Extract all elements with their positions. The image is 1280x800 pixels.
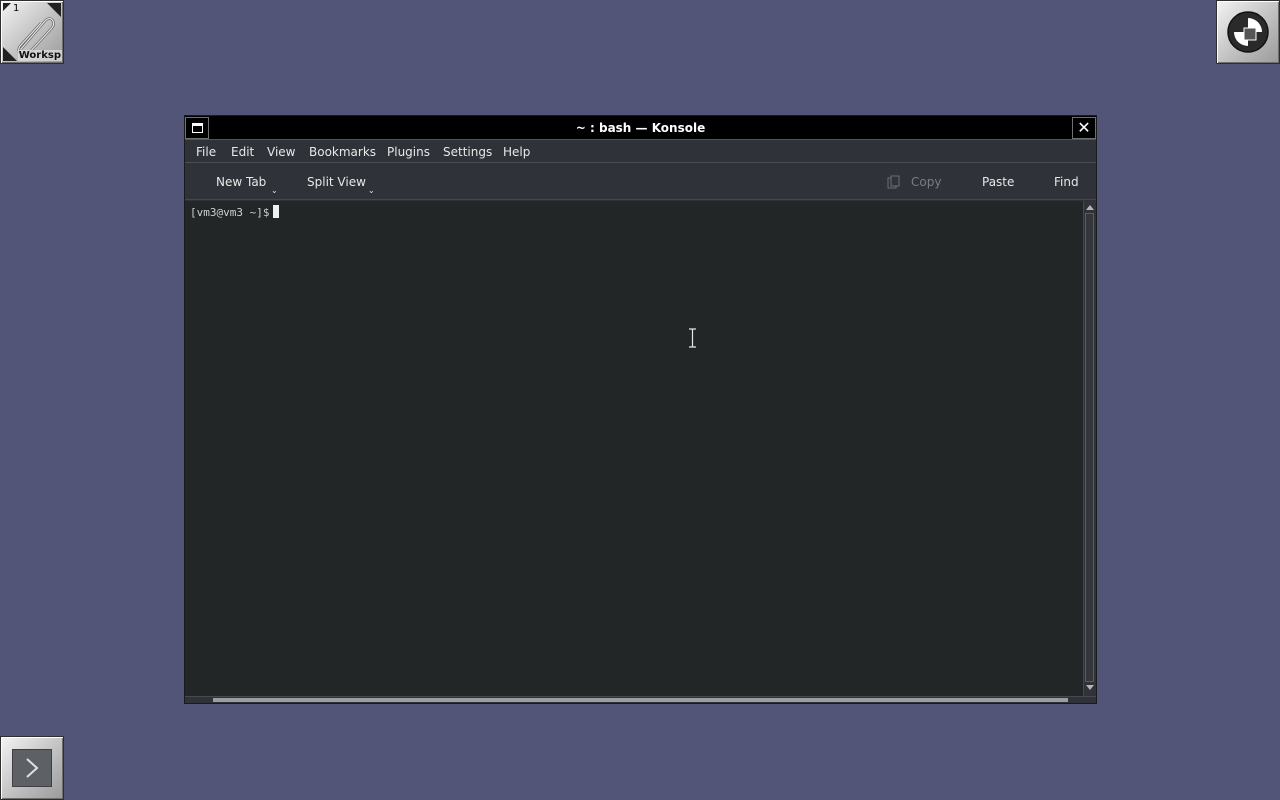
resize-handle[interactable] <box>213 698 1068 702</box>
workspace-switcher[interactable]: 1 Worksp <box>0 0 64 64</box>
window-title: ~ : bash — Konsole <box>575 121 706 135</box>
menu-plugins[interactable]: Plugins <box>387 141 430 163</box>
wm-logo-icon <box>1227 11 1269 53</box>
vertical-scroll-thumb[interactable] <box>1085 213 1094 682</box>
vertical-scrollbar[interactable] <box>1083 201 1096 696</box>
split-view-dropdown-icon[interactable]: ⌄ <box>368 187 375 195</box>
menu-file[interactable]: File <box>196 141 216 163</box>
window-menu-button[interactable] <box>185 117 209 139</box>
text-cursor <box>273 205 280 218</box>
konsole-window: ~ : bash — Konsole ✕ File Edit View Book… <box>184 115 1097 704</box>
close-button[interactable]: ✕ <box>1072 117 1096 139</box>
window-bottom-edge[interactable] <box>185 696 1096 703</box>
terminal-view[interactable]: [vm3@vm3 ~]$ <box>185 201 1083 696</box>
copy-icon <box>887 175 900 189</box>
workspace-name: Worksp <box>17 50 62 61</box>
new-tab-dropdown-icon[interactable]: ⌄ <box>271 187 278 195</box>
menu-settings[interactable]: Settings <box>443 141 492 163</box>
close-icon: ✕ <box>1077 118 1091 137</box>
toolbar: New Tab ⌄ Split View ⌄ Copy Paste Find <box>185 164 1096 200</box>
menu-bar: File Edit View Bookmarks Plugins Setting… <box>185 141 1096 163</box>
ibeam-cursor-icon <box>689 328 696 348</box>
new-tab-button[interactable]: New Tab <box>216 164 266 200</box>
wm-logo-tile[interactable] <box>1216 0 1280 64</box>
menu-edit[interactable]: Edit <box>231 141 254 163</box>
launcher-button[interactable] <box>12 749 52 787</box>
menu-view[interactable]: View <box>267 141 295 163</box>
menu-bookmarks[interactable]: Bookmarks <box>309 141 376 163</box>
menu-help[interactable]: Help <box>503 141 530 163</box>
shell-prompt: [vm3@vm3 ~]$ <box>190 206 270 219</box>
chevron-right-icon <box>26 758 39 778</box>
window-menu-icon <box>192 123 203 133</box>
find-button[interactable]: Find <box>1054 164 1079 200</box>
scroll-down-arrow-icon[interactable] <box>1086 685 1094 690</box>
title-bar[interactable]: ~ : bash — Konsole ✕ <box>185 116 1096 140</box>
split-view-button[interactable]: Split View <box>307 164 366 200</box>
paste-button[interactable]: Paste <box>982 164 1014 200</box>
prompt-line: [vm3@vm3 ~]$ <box>190 205 280 220</box>
launcher-tile[interactable] <box>0 736 64 800</box>
copy-button[interactable]: Copy <box>911 164 941 200</box>
scroll-up-arrow-icon[interactable] <box>1086 205 1094 210</box>
